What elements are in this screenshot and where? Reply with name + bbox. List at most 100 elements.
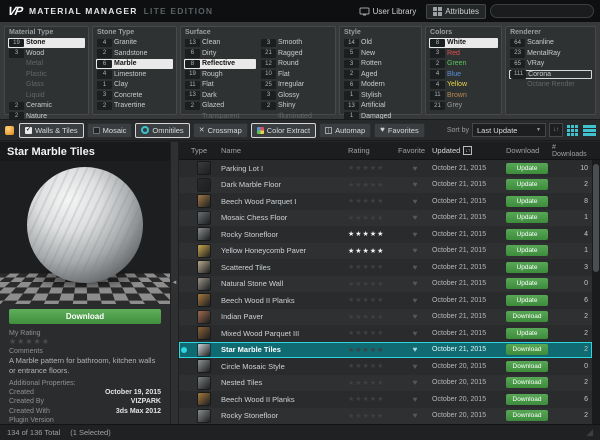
filter-glazed[interactable]: 2Glazed bbox=[184, 101, 256, 111]
favorite-heart-icon[interactable]: ♥ bbox=[398, 279, 432, 288]
rating-stars[interactable]: ★★★★★ bbox=[348, 197, 398, 205]
favorite-heart-icon[interactable]: ♥ bbox=[398, 378, 432, 387]
omnitiles-button[interactable]: Omnitiles bbox=[135, 123, 189, 138]
color-extract-button[interactable]: Color Extract bbox=[251, 123, 316, 138]
favorite-heart-icon[interactable]: ♥ bbox=[398, 395, 432, 404]
filter-sandstone[interactable]: 2Sandstone bbox=[96, 49, 173, 59]
filter-travertine[interactable]: 2Travertine bbox=[96, 101, 173, 111]
col-header-download[interactable]: Download bbox=[506, 146, 552, 155]
table-row[interactable]: Beech Wood Parquet I★★★★★♥October 21, 20… bbox=[179, 193, 592, 210]
favorite-heart-icon[interactable]: ♥ bbox=[398, 296, 432, 305]
filter-metal[interactable]: Metal bbox=[8, 59, 85, 69]
rating-stars[interactable]: ★★★★★ bbox=[348, 379, 398, 387]
col-header-name[interactable]: Name bbox=[219, 146, 348, 155]
table-row[interactable]: Star Marble Tiles★★★★★♥October 21, 2015D… bbox=[179, 342, 592, 359]
filter-wood[interactable]: 3Wood bbox=[8, 49, 85, 59]
table-row[interactable]: Beech Wood II Planks★★★★★♥October 20, 20… bbox=[179, 391, 592, 408]
scrollbar-thumb[interactable] bbox=[593, 164, 599, 272]
filter-flat[interactable]: 10Flat bbox=[260, 70, 332, 80]
filter-corona[interactable]: 111Corona bbox=[509, 70, 592, 80]
filter-plastic[interactable]: Plastic bbox=[8, 70, 85, 80]
download-row-button[interactable]: Download bbox=[506, 377, 548, 388]
update-row-button[interactable]: Update bbox=[506, 245, 548, 256]
filter-rough[interactable]: 19Rough bbox=[184, 70, 256, 80]
sort-direction-button[interactable]: ↓↑ bbox=[549, 123, 563, 137]
download-row-button[interactable]: Download bbox=[506, 410, 548, 421]
filter-blue[interactable]: 4Blue bbox=[429, 70, 498, 80]
favorites-button[interactable]: ♥Favorites bbox=[374, 123, 425, 138]
favorite-heart-icon[interactable]: ♥ bbox=[398, 230, 432, 239]
filter-yellow[interactable]: 4Yellow bbox=[429, 80, 498, 90]
update-row-button[interactable]: Update bbox=[506, 212, 548, 223]
update-row-button[interactable]: Update bbox=[506, 328, 548, 339]
filter-clean[interactable]: 13Clean bbox=[184, 38, 256, 48]
col-header-updated[interactable]: Updated ↓↑ bbox=[432, 146, 506, 155]
filter-old[interactable]: 14Old bbox=[343, 38, 418, 48]
filter-stylish[interactable]: 1Stylish bbox=[343, 91, 418, 101]
download-row-button[interactable]: Download bbox=[506, 361, 548, 372]
col-header-downloads[interactable]: # Downloads bbox=[552, 144, 592, 158]
search-box[interactable] bbox=[490, 4, 594, 18]
download-row-button[interactable]: Download bbox=[506, 311, 548, 322]
filter-liquid[interactable]: Liquid bbox=[8, 91, 85, 101]
filter-concrete[interactable]: 3Concrete bbox=[96, 91, 173, 101]
update-row-button[interactable]: Update bbox=[506, 179, 548, 190]
favorite-heart-icon[interactable]: ♥ bbox=[398, 411, 432, 420]
search-input[interactable] bbox=[499, 7, 600, 16]
favorite-heart-icon[interactable]: ♥ bbox=[398, 312, 432, 321]
filter-stone[interactable]: 19Stone bbox=[8, 38, 85, 48]
rating-stars[interactable]: ★★★★★ bbox=[348, 296, 398, 304]
filter-white[interactable]: 8White bbox=[429, 38, 498, 48]
download-button[interactable]: Download bbox=[9, 309, 161, 324]
rating-stars[interactable]: ★★★★★ bbox=[348, 230, 398, 238]
filter-aged[interactable]: 2Aged bbox=[343, 70, 418, 80]
download-row-button[interactable]: Download bbox=[506, 344, 548, 355]
rating-stars[interactable]: ★★★★★ bbox=[348, 181, 398, 189]
filter-reflective[interactable]: 8Reflective bbox=[184, 59, 256, 69]
rating-stars[interactable]: ★★★★★ bbox=[348, 214, 398, 222]
col-header-favorite[interactable]: Favorite bbox=[398, 146, 432, 155]
filter-dirty[interactable]: 6Dirty bbox=[184, 49, 256, 59]
update-row-button[interactable]: Update bbox=[506, 278, 548, 289]
col-header-type[interactable]: Type bbox=[179, 146, 219, 155]
rating-stars[interactable]: ★★★★★ bbox=[348, 412, 398, 420]
table-row[interactable]: Mixed Wood Parquet III★★★★★♥October 21, … bbox=[179, 325, 592, 342]
automap-button[interactable]: Automap bbox=[319, 123, 371, 138]
filter-octane-render[interactable]: Octane Render bbox=[509, 80, 592, 90]
favorite-heart-icon[interactable]: ♥ bbox=[398, 213, 432, 222]
filter-grey[interactable]: 21Grey bbox=[429, 101, 498, 111]
crossmap-button[interactable]: ✕Crossmap bbox=[193, 123, 248, 138]
filter-ceramic[interactable]: 2Ceramic bbox=[8, 101, 85, 111]
update-row-button[interactable]: Update bbox=[506, 262, 548, 273]
col-header-rating[interactable]: Rating bbox=[348, 146, 398, 155]
filter-rotten[interactable]: 3Rotten bbox=[343, 59, 418, 69]
filter-green[interactable]: 2Green bbox=[429, 59, 498, 69]
favorite-heart-icon[interactable]: ♥ bbox=[398, 246, 432, 255]
filter-glass[interactable]: Glass bbox=[8, 80, 85, 90]
filter-marble[interactable]: 6Marble bbox=[96, 59, 173, 69]
filter-ragged[interactable]: 21Ragged bbox=[260, 49, 332, 59]
filter-mentalray[interactable]: 23MentalRay bbox=[509, 49, 592, 59]
rating-stars[interactable]: ★★★★★ bbox=[348, 164, 398, 172]
table-row[interactable]: Nested Tiles★★★★★♥October 20, 2015Downlo… bbox=[179, 375, 592, 392]
filter-flat[interactable]: 11Flat bbox=[184, 80, 256, 90]
rating-stars[interactable]: ★★★★★ bbox=[348, 280, 398, 288]
update-row-button[interactable]: Update bbox=[506, 163, 548, 174]
table-row[interactable]: Yellow Honeycomb Paver★★★★★♥October 21, … bbox=[179, 243, 592, 260]
filter-vray[interactable]: 65VRay bbox=[509, 59, 592, 69]
table-row[interactable]: Mosaic Chess Floor★★★★★♥October 21, 2015… bbox=[179, 210, 592, 227]
attributes-button[interactable]: Attributes bbox=[426, 4, 486, 19]
filter-red[interactable]: 3Red bbox=[429, 49, 498, 59]
table-row[interactable]: Rocky Stonefloor★★★★★♥October 20, 2015Do… bbox=[179, 408, 592, 425]
my-rating-stars[interactable]: ★★★★★ bbox=[0, 337, 170, 346]
mosaic-button[interactable]: Mosaic bbox=[87, 123, 133, 138]
grid-view-icon[interactable] bbox=[566, 124, 579, 137]
update-row-button[interactable]: Update bbox=[506, 229, 548, 240]
table-row[interactable]: Indian Paver★★★★★♥October 21, 2015Downlo… bbox=[179, 309, 592, 326]
favorite-heart-icon[interactable]: ♥ bbox=[398, 180, 432, 189]
filter-shiny[interactable]: 2Shiny bbox=[260, 101, 332, 111]
filter-irregular[interactable]: 25Irregular bbox=[260, 80, 332, 90]
collapse-panel-button[interactable]: ◄ bbox=[170, 142, 179, 424]
list-view-icon[interactable] bbox=[582, 124, 595, 137]
rating-stars[interactable]: ★★★★★ bbox=[348, 313, 398, 321]
